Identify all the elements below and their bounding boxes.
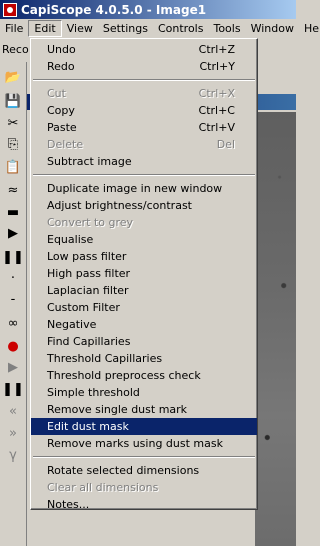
- menu-item-high-pass-filter[interactable]: High pass filter: [31, 265, 257, 282]
- menu-item-negative[interactable]: Negative: [31, 316, 257, 333]
- menu-item-copy[interactable]: Copy Ctrl+C: [31, 102, 257, 119]
- menu-item-shortcut: Ctrl+Y: [199, 60, 235, 73]
- menu-item-label: Edit dust mask: [47, 420, 129, 433]
- menu-separator: [33, 456, 255, 458]
- menu-file[interactable]: File: [0, 20, 28, 37]
- menu-view[interactable]: View: [62, 20, 98, 37]
- menu-separator: [33, 79, 255, 81]
- menu-item-undo[interactable]: Undo Ctrl+Z: [31, 41, 257, 58]
- pause-icon[interactable]: ❚❚: [2, 248, 24, 266]
- edit-menu-dropdown: Undo Ctrl+Z Redo Ctrl+Y Cut Ctrl+X Copy Ctrl+C P…: [30, 38, 258, 513]
- menu-item-convert-to-grey: Convert to grey: [31, 214, 257, 231]
- menu-item-label: Remove single dust mark: [47, 403, 188, 416]
- menu-item-label: Find Capillaries: [47, 335, 131, 348]
- record-icon[interactable]: ●: [4, 337, 22, 355]
- menu-item-remove-single-dust-mark[interactable]: Remove single dust mark: [31, 401, 257, 418]
- menu-item-label: Laplacian filter: [47, 284, 129, 297]
- menu-item-redo[interactable]: Redo Ctrl+Y: [31, 58, 257, 75]
- menu-item-label: Remove marks using dust mask: [47, 437, 223, 450]
- menu-item-find-capillaries[interactable]: Find Capillaries: [31, 333, 257, 350]
- menu-item-shortcut: Ctrl+V: [198, 121, 235, 134]
- record-label[interactable]: Reco: [2, 43, 29, 56]
- menu-item-label: Adjust brightness/contrast: [47, 199, 192, 212]
- menu-item-label: Rotate selected dimensions: [47, 464, 200, 477]
- small-dash-icon[interactable]: -: [4, 290, 22, 308]
- menu-item-threshold-capillaries[interactable]: Threshold Capillaries: [31, 350, 257, 367]
- save-icon[interactable]: 💾: [4, 92, 22, 110]
- menu-item-equalise[interactable]: Equalise: [31, 231, 257, 248]
- rewind-icon[interactable]: «: [4, 402, 22, 420]
- menu-item-label: Notes...: [47, 498, 90, 511]
- cut-icon[interactable]: ✂: [4, 114, 22, 132]
- menu-item-remove-marks-using-dust-mask[interactable]: Remove marks using dust mask: [31, 435, 257, 452]
- fast-forward-icon[interactable]: »: [4, 424, 22, 442]
- small-dot-icon[interactable]: ·: [4, 269, 22, 287]
- menu-item-label: Low pass filter: [47, 250, 127, 263]
- paste-icon[interactable]: 📋: [4, 158, 22, 176]
- menu-item-clear-all-dimensions: Clear all dimensions: [31, 479, 257, 496]
- menu-item-cut: Cut Ctrl+X: [31, 85, 257, 102]
- gamma-icon[interactable]: γ: [4, 446, 22, 464]
- menu-item-notes[interactable]: Notes...: [31, 496, 257, 513]
- title-bar: CapiScope 4.0.5.0 - Image1: [0, 0, 296, 19]
- copy-icon[interactable]: ⎘: [4, 135, 22, 153]
- play-icon[interactable]: ▶: [4, 224, 22, 242]
- app-logo-icon: [3, 2, 17, 17]
- menu-edit[interactable]: Edit: [28, 20, 62, 37]
- menu-item-label: Duplicate image in new window: [47, 182, 223, 195]
- menu-item-shortcut: Ctrl+Z: [198, 43, 235, 56]
- menu-help[interactable]: He: [299, 20, 320, 37]
- menu-item-label: Paste: [47, 121, 77, 134]
- menu-item-label: Delete: [47, 138, 84, 151]
- menu-item-subtract-image[interactable]: Subtract image: [31, 153, 257, 170]
- menu-item-shortcut: Ctrl+X: [198, 87, 235, 100]
- menu-bar: File Edit View Settings Controls Tools W…: [0, 19, 319, 38]
- menu-item-label: Simple threshold: [47, 386, 140, 399]
- menu-item-label: Threshold Capillaries: [47, 352, 163, 365]
- menu-item-label: Custom Filter: [47, 301, 120, 314]
- menu-item-threshold-preprocess-check[interactable]: Threshold preprocess check: [31, 367, 257, 384]
- open-folder-icon[interactable]: 📂: [4, 68, 22, 86]
- menu-item-label: Clear all dimensions: [47, 481, 159, 494]
- menu-item-laplacian-filter[interactable]: Laplacian filter: [31, 282, 257, 299]
- menu-item-rotate-selected-dimensions[interactable]: Rotate selected dimensions: [31, 462, 257, 479]
- menu-item-low-pass-filter[interactable]: Low pass filter: [31, 248, 257, 265]
- menu-item-label: Threshold preprocess check: [47, 369, 201, 382]
- stop-icon[interactable]: ▬: [4, 203, 22, 221]
- menu-controls[interactable]: Controls: [153, 20, 209, 37]
- menu-item-simple-threshold[interactable]: Simple threshold: [31, 384, 257, 401]
- menu-item-shortcut: Ctrl+C: [198, 104, 235, 117]
- menu-item-label: Equalise: [47, 233, 94, 246]
- menu-window[interactable]: Window: [246, 20, 299, 37]
- left-toolbar: 📂 💾 ✂ ⎘ 📋 ≈ ▬ ▶ ❚❚ · - ∞ ● ▶ ❚❚ « » γ: [0, 62, 27, 546]
- play-grey-icon[interactable]: ▶: [4, 358, 22, 376]
- glasses-icon[interactable]: ∞: [4, 314, 22, 332]
- menu-item-paste[interactable]: Paste Ctrl+V: [31, 119, 257, 136]
- window-title: CapiScope 4.0.5.0 - Image1: [21, 2, 207, 17]
- menu-item-label: Copy: [47, 104, 75, 117]
- menu-item-label: Subtract image: [47, 155, 132, 168]
- menu-item-custom-filter[interactable]: Custom Filter: [31, 299, 257, 316]
- pause-small-icon[interactable]: ❚❚: [2, 380, 24, 398]
- menu-item-label: High pass filter: [47, 267, 131, 280]
- capillary-image[interactable]: [255, 112, 296, 546]
- menu-item-shortcut: Del: [216, 138, 235, 151]
- menu-item-duplicate-image-in-new-window[interactable]: Duplicate image in new window: [31, 180, 257, 197]
- wave-icon[interactable]: ≈: [4, 181, 22, 199]
- menu-settings[interactable]: Settings: [98, 20, 153, 37]
- menu-item-label: Undo: [47, 43, 76, 56]
- menu-item-label: Negative: [47, 318, 97, 331]
- menu-item-label: Cut: [47, 87, 66, 100]
- menu-item-delete: Delete Del: [31, 136, 257, 153]
- menu-separator: [33, 174, 255, 176]
- menu-tools[interactable]: Tools: [208, 20, 245, 37]
- menu-item-label: Convert to grey: [47, 216, 134, 229]
- menu-item-edit-dust-mask[interactable]: Edit dust mask: [31, 418, 257, 435]
- menu-item-label: Redo: [47, 60, 75, 73]
- menu-item-adjust-brightness-contrast[interactable]: Adjust brightness/contrast: [31, 197, 257, 214]
